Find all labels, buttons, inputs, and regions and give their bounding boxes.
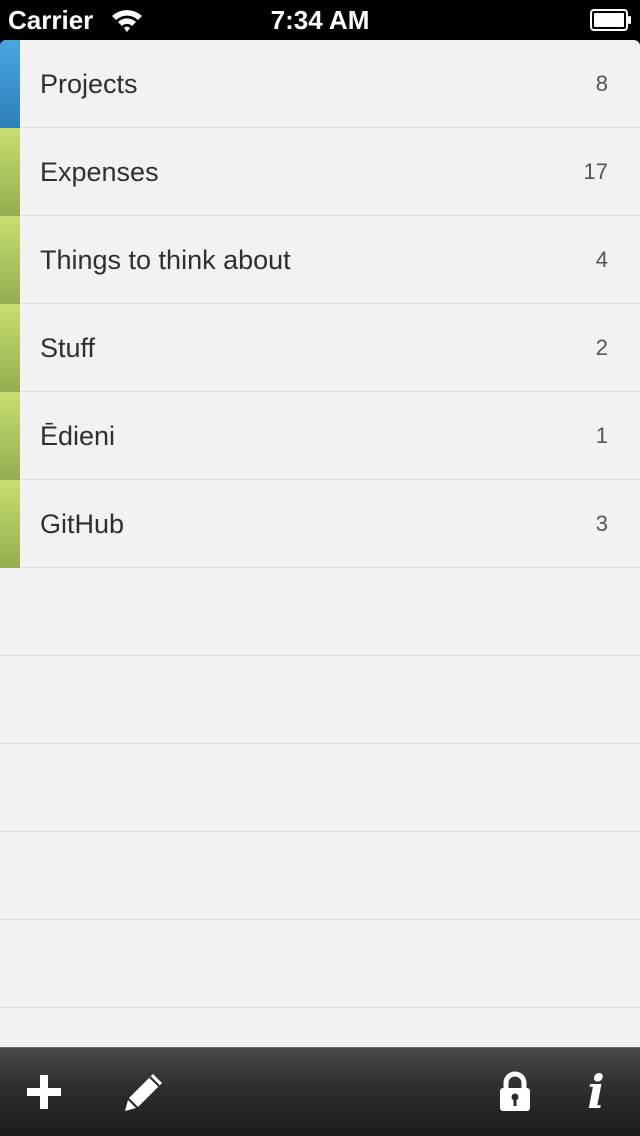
edit-button[interactable] <box>112 1048 176 1136</box>
lock-icon <box>500 1071 530 1111</box>
list-color-marker <box>0 216 20 304</box>
info-icon: i <box>587 1065 605 1119</box>
list-row-edieni[interactable]: Ēdieni 1 <box>0 392 640 480</box>
list-row-stuff[interactable]: Stuff 2 <box>0 304 640 392</box>
list-color-marker <box>0 128 20 216</box>
list-title: Ēdieni <box>40 421 116 451</box>
empty-row <box>0 656 640 744</box>
list-color-marker <box>0 392 20 480</box>
add-list-button[interactable] <box>12 1048 76 1136</box>
list-row-projects[interactable]: Projects 8 <box>0 40 640 128</box>
list-title: Things to think about <box>40 245 291 275</box>
list-row-things-to-think-about[interactable]: Things to think about 4 <box>0 216 640 304</box>
list-color-marker <box>0 304 20 392</box>
list-count: 17 <box>583 159 608 184</box>
bottom-toolbar: i <box>0 1047 640 1136</box>
info-button[interactable]: i <box>564 1048 628 1136</box>
list-title: Projects <box>40 69 138 99</box>
list-count: 8 <box>595 71 608 96</box>
list-color-marker <box>0 40 20 128</box>
empty-row <box>0 744 640 832</box>
list-title: Stuff <box>40 333 96 363</box>
list-count: 3 <box>595 511 608 536</box>
list-title: Expenses <box>40 157 159 187</box>
list-view: Projects 8 Expenses 17 Things to think a… <box>0 40 640 1048</box>
plus-icon <box>27 1075 61 1109</box>
list-row-github[interactable]: GitHub 3 <box>0 480 640 568</box>
battery-icon <box>590 9 631 31</box>
list-count: 2 <box>595 335 608 360</box>
status-time: 7:34 AM <box>270 5 370 35</box>
list-count: 4 <box>595 247 608 272</box>
list-row-expenses[interactable]: Expenses 17 <box>0 128 640 216</box>
pencil-icon <box>125 1074 162 1111</box>
empty-row <box>0 832 640 920</box>
status-bar: Carrier 7:34 AM <box>0 0 640 40</box>
empty-row <box>0 920 640 1008</box>
empty-row <box>0 568 640 656</box>
list-count: 1 <box>595 423 608 448</box>
list-title: GitHub <box>40 509 125 539</box>
lock-button[interactable] <box>483 1048 547 1136</box>
empty-row <box>0 1008 640 1048</box>
list-color-marker <box>0 480 20 568</box>
